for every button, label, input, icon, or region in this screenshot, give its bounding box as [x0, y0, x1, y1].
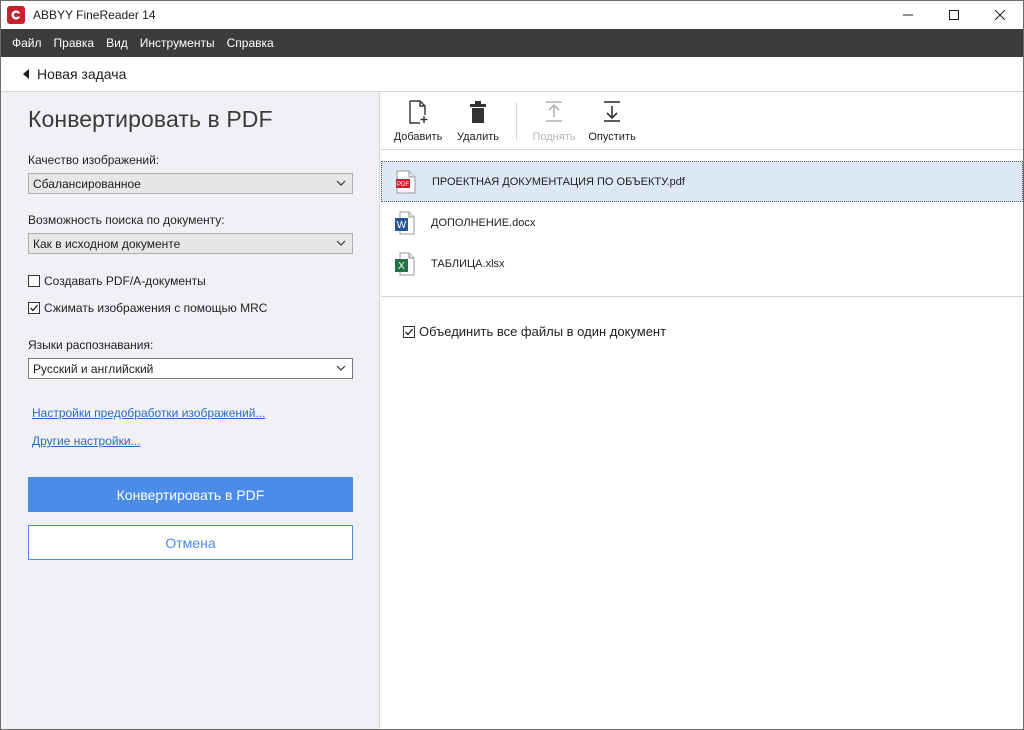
page-title: Конвертировать в PDF [28, 106, 273, 132]
image-quality-value: Сбалансированное [33, 176, 141, 191]
convert-to-pdf-button[interactable]: Конвертировать в PDF [28, 477, 353, 512]
close-icon [995, 10, 1005, 20]
pdfa-checkbox-label: Создавать PDF/A-документы [44, 274, 206, 288]
app-window: ABBYY FineReader 14 Файл Правка Вид Инст… [0, 0, 1024, 730]
menu-edit[interactable]: Правка [48, 29, 101, 57]
trash-icon [470, 101, 486, 123]
mrc-checkbox-row[interactable]: Сжимать изображения с помощью MRC [28, 301, 267, 315]
mrc-checkbox[interactable] [28, 302, 40, 314]
close-button[interactable] [977, 1, 1023, 29]
abbyy-logo-icon [7, 6, 25, 24]
merge-checkbox[interactable] [403, 325, 415, 338]
maximize-button[interactable] [931, 1, 977, 29]
image-quality-select[interactable]: Сбалансированное [28, 173, 353, 194]
delete-label: Удалить [457, 131, 499, 143]
window-controls [885, 1, 1023, 29]
pdf-icon-text: PDF [397, 182, 409, 188]
minimize-icon [903, 14, 913, 16]
chevron-down-icon [336, 180, 346, 186]
file-toolbar: Добавить Удалить Поднять Опустить [381, 92, 1023, 150]
maximize-icon [949, 10, 959, 20]
toolbar-separator [516, 102, 517, 140]
file-row-docx[interactable]: W ДОПОЛНЕНИЕ.docx [381, 202, 1023, 243]
minimize-button[interactable] [885, 1, 931, 29]
list-divider [381, 296, 1023, 297]
file-name: ПРОЕКТНАЯ ДОКУМЕНТАЦИЯ ПО ОБЪЕКТУ.pdf [432, 175, 685, 188]
languages-select[interactable]: Русский и английский [28, 358, 353, 379]
menu-tools[interactable]: Инструменты [134, 29, 221, 57]
chevron-down-icon [336, 365, 346, 371]
add-label: Добавить [393, 131, 443, 143]
file-name: ТАБЛИЦА.xlsx [431, 257, 505, 270]
files-panel: Добавить Удалить Поднять Опустить PDF ПР… [381, 92, 1023, 729]
chevron-down-icon [336, 240, 346, 246]
add-button[interactable]: Добавить [388, 100, 448, 143]
languages-label: Языки распознавания: [28, 338, 154, 352]
add-file-icon [409, 100, 428, 124]
move-up-button[interactable]: Поднять [524, 100, 584, 143]
image-quality-label: Качество изображений: [28, 153, 160, 167]
file-list: PDF ПРОЕКТНАЯ ДОКУМЕНТАЦИЯ ПО ОБЪЕКТУ.pd… [381, 161, 1023, 284]
move-up-label: Поднять [532, 131, 576, 143]
menu-help[interactable]: Справка [221, 29, 280, 57]
menu-file[interactable]: Файл [6, 29, 48, 57]
move-down-button[interactable]: Опустить [582, 100, 642, 143]
file-name: ДОПОЛНЕНИЕ.docx [431, 216, 536, 229]
checkmark-icon [30, 304, 39, 312]
preprocessing-settings-link[interactable]: Настройки предобработки изображений... [32, 406, 265, 420]
pdf-file-icon: PDF [396, 170, 416, 193]
menu-bar: Файл Правка Вид Инструменты Справка [1, 29, 1023, 57]
languages-value: Русский и английский [33, 361, 154, 376]
pdfa-checkbox-row[interactable]: Создавать PDF/A-документы [28, 274, 206, 288]
other-settings-link[interactable]: Другие настройки... [32, 434, 141, 448]
excel-icon-text: X [398, 261, 405, 272]
back-button[interactable]: Новая задача [1, 57, 1023, 92]
merge-checkbox-label: Объединить все файлы в один документ [419, 324, 667, 339]
checkmark-icon [405, 328, 414, 335]
delete-button[interactable]: Удалить [448, 100, 508, 143]
mrc-checkbox-label: Сжимать изображения с помощью MRC [44, 301, 268, 315]
move-up-icon [546, 101, 562, 122]
settings-panel: Конвертировать в PDF Качество изображени… [1, 92, 380, 729]
pdfa-checkbox[interactable] [28, 275, 40, 287]
cancel-button[interactable]: Отмена [28, 525, 353, 560]
searchability-select[interactable]: Как в исходном документе [28, 233, 353, 254]
move-down-icon [604, 101, 620, 122]
title-bar: ABBYY FineReader 14 [1, 1, 1023, 29]
word-file-icon: W [395, 211, 415, 234]
word-icon-text: W [397, 220, 407, 231]
file-row-pdf[interactable]: PDF ПРОЕКТНАЯ ДОКУМЕНТАЦИЯ ПО ОБЪЕКТУ.pd… [381, 161, 1023, 202]
window-title: ABBYY FineReader 14 [33, 8, 156, 22]
searchability-value: Как в исходном документе [33, 236, 181, 251]
excel-file-icon: X [395, 252, 415, 275]
merge-checkbox-row[interactable]: Объединить все файлы в один документ [403, 324, 666, 339]
back-arrow-icon [23, 69, 29, 79]
file-row-xlsx[interactable]: X ТАБЛИЦА.xlsx [381, 243, 1023, 284]
menu-view[interactable]: Вид [100, 29, 134, 57]
back-label: Новая задача [37, 66, 127, 82]
searchability-label: Возможность поиска по документу: [28, 213, 225, 227]
move-down-label: Опустить [588, 131, 636, 143]
